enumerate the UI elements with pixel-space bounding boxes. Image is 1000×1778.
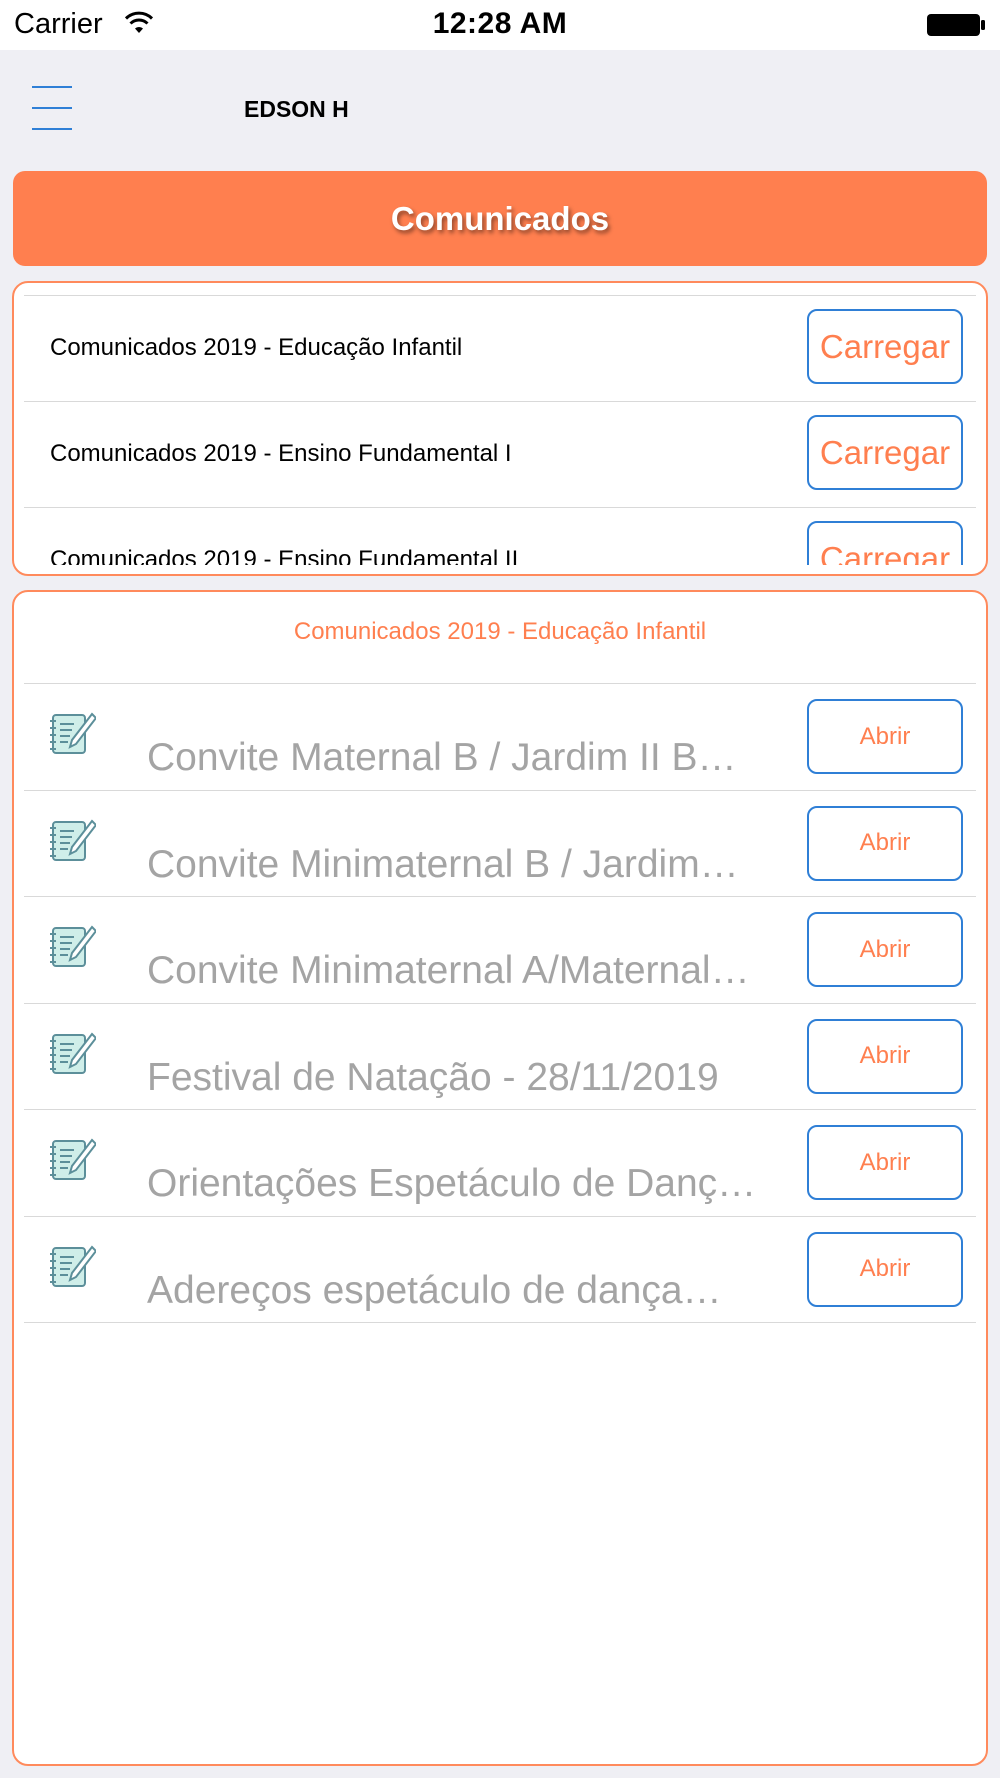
- category-row: Comunicados 2019 - Ensino Fundamental I …: [24, 402, 976, 508]
- category-row: Comunicados 2019 - Educação Infantil Car…: [24, 296, 976, 402]
- documents-panel: Comunicados 2019 - Educação Infantil Con…: [12, 590, 988, 1766]
- document-row: Convite Minimaternal A/Maternal… Abrir: [24, 897, 976, 1004]
- category-row: Comunicados 2019 - Ensino Fundamental II…: [24, 508, 976, 565]
- section-header: Comunicados: [13, 171, 987, 266]
- load-button[interactable]: Carregar: [807, 415, 963, 490]
- category-list[interactable]: Comunicados 2019 - Educação Infantil Car…: [24, 295, 976, 565]
- notebook-pencil-icon: [50, 1031, 96, 1074]
- document-row: Convite Maternal B / Jardim II B… Abrir: [24, 684, 976, 791]
- nav-bar: EDSON H: [0, 50, 1000, 168]
- open-button[interactable]: Abrir: [807, 805, 963, 881]
- document-row: Adereços espetáculo de dança… Abrir: [24, 1217, 976, 1323]
- user-name: EDSON H: [244, 96, 349, 122]
- document-title: Convite Minimaternal B / Jardim…: [147, 842, 739, 886]
- category-label: Comunicados 2019 - Educação Infantil: [50, 334, 463, 361]
- notebook-pencil-icon: [50, 925, 96, 967]
- load-button[interactable]: Carregar: [807, 521, 963, 565]
- document-row: Convite Minimaternal B / Jardim… Abrir: [24, 791, 976, 897]
- status-bar: Carrier 12:28 AM: [0, 0, 1000, 50]
- document-title: Festival de Natação - 28/11/2019: [147, 1055, 719, 1099]
- document-title: Convite Minimaternal A/Maternal…: [147, 949, 750, 992]
- document-title: Convite Maternal B / Jardim II B…: [147, 736, 737, 779]
- open-button[interactable]: Abrir: [807, 699, 963, 774]
- documents-section-title: Comunicados 2019 - Educação Infantil: [293, 618, 707, 645]
- notebook-pencil-icon: [50, 818, 96, 861]
- load-button[interactable]: Carregar: [807, 309, 963, 384]
- status-time: 12:28 AM: [432, 7, 568, 40]
- page-title: Comunicados: [390, 199, 610, 237]
- category-label: Comunicados 2019 - Ensino Fundamental I: [50, 440, 512, 467]
- notebook-pencil-icon: [50, 1244, 96, 1287]
- document-title: Adereços espetáculo de dança…: [147, 1268, 722, 1312]
- open-button[interactable]: Abrir: [807, 1231, 963, 1307]
- hamburger-menu-icon[interactable]: [30, 86, 74, 130]
- open-button[interactable]: Abrir: [807, 912, 963, 987]
- document-row: Festival de Natação - 28/11/2019 Abrir: [24, 1004, 976, 1110]
- open-button[interactable]: Abrir: [807, 1125, 963, 1200]
- documents-list: Convite Maternal B / Jardim II B… Abrir …: [24, 683, 976, 1323]
- notebook-pencil-icon: [50, 1138, 96, 1180]
- open-button[interactable]: Abrir: [807, 1018, 963, 1094]
- category-label: Comunicados 2019 - Ensino Fundamental II: [50, 546, 519, 565]
- notebook-pencil-icon: [50, 712, 96, 754]
- document-row: Orientações Espetáculo de Danç… Abrir: [24, 1110, 976, 1217]
- category-panel: Comunicados 2019 - Educação Infantil Car…: [12, 281, 988, 576]
- document-title: Orientações Espetáculo de Danç…: [147, 1162, 757, 1205]
- battery-full-icon: [927, 14, 985, 36]
